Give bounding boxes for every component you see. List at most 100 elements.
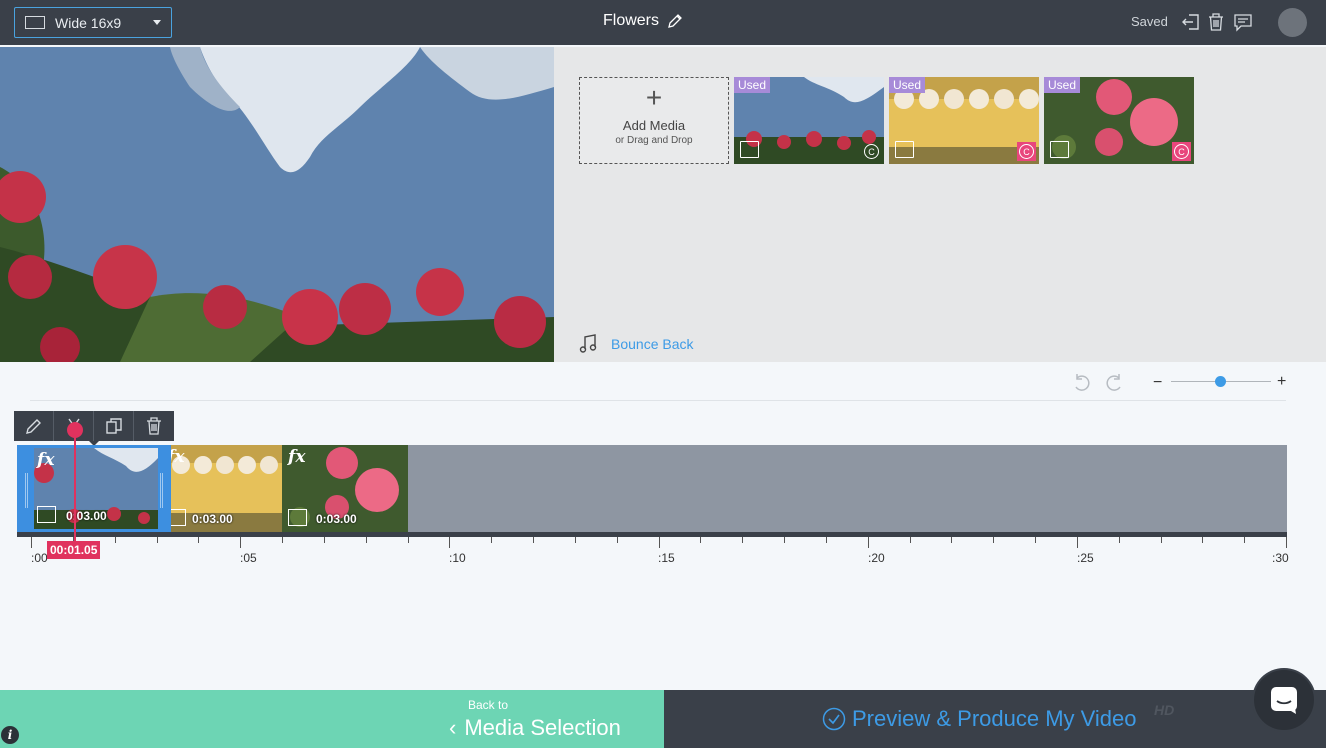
ruler-tick [156,537,158,543]
used-badge: Used [734,77,771,93]
chevron-left-icon: ‹ [449,715,457,740]
ruler-tick [533,537,534,543]
project-title-wrap[interactable]: Flowers [603,12,683,30]
add-media-button[interactable]: + Add Media or Drag and Drop [579,77,729,164]
timeline-area: − + fx 0:03.00 x 0:03.00 fx 0:03.00:00 … [0,362,1326,690]
redo-icon[interactable] [1103,372,1125,394]
undo-icon[interactable] [1071,372,1093,394]
back-big-label: Media Selection [464,715,621,740]
back-small-label: Back to [468,698,509,712]
ruler-tick [909,537,911,543]
playhead[interactable] [74,430,76,542]
delete-clip-button[interactable] [134,411,174,441]
aspect-ratio-label: Wide 16x9 [55,14,122,31]
back-to-media-selection-button[interactable]: Back to ‹ Media Selection i [0,690,664,748]
pencil-icon[interactable] [667,13,683,29]
project-title: Flowers [603,12,660,29]
preview-produce-button[interactable]: Preview & Produce My Video HD [664,690,1326,748]
clip-trim-handle-right[interactable] [160,473,163,508]
fx-icon[interactable]: fx [171,447,184,467]
exit-icon[interactable] [1180,11,1202,33]
ruler-tick [1244,537,1246,543]
ruler-tick [114,537,116,543]
timeline-clip[interactable]: fx 0:03.00 [282,445,408,532]
image-icon [1050,141,1069,158]
ruler-label: :05 [240,551,257,565]
pencil-icon [25,419,41,434]
trash-icon[interactable] [1205,11,1227,33]
comment-icon[interactable] [1232,11,1254,33]
image-icon [895,141,914,158]
ruler-tick [1286,537,1287,548]
info-icon[interactable]: i [1,726,19,744]
aspect-ratio-icon [25,16,45,29]
ruler-tick [1035,537,1036,543]
music-track-label[interactable]: Bounce Back [611,336,694,352]
ruler-tick [742,537,744,543]
ruler-tick [31,537,32,548]
used-badge: Used [1044,77,1081,93]
ruler-tick [1118,537,1120,543]
zoom-out-button[interactable]: − [1153,374,1162,392]
ruler-tick [784,537,785,543]
ruler-tick [323,537,325,543]
check-circle-icon [822,707,846,731]
playhead-handle[interactable] [67,422,83,438]
save-status: Saved [1131,14,1168,29]
ruler-tick [951,537,953,543]
used-badge: Used [889,77,926,93]
ruler-tick [1202,537,1204,543]
hd-badge: HD [1154,702,1175,718]
produce-label-wrap: Preview & Produce My Video [822,706,1137,732]
ruler-tick [658,537,660,548]
clip-toolbar [14,411,174,441]
copyright-icon: C [862,142,881,161]
ruler-tick [240,537,242,548]
top-bar: Wide 16x9 Flowers Saved [0,0,1326,45]
ruler-label: :10 [449,551,466,565]
zoom-slider-handle[interactable] [1215,376,1226,387]
ruler-label: :15 [658,551,675,565]
copyright-icon: C [1172,142,1191,161]
music-note-icon [579,334,597,353]
timeline-ruler [0,537,1326,549]
ruler-tick [993,537,995,543]
edit-clip-button[interactable] [14,411,54,441]
ruler-tick [867,537,869,548]
ruler-tick [616,537,618,543]
aspect-ratio-select[interactable]: Wide 16x9 [14,7,172,38]
caret-down-icon [153,20,161,25]
plus-icon: + [645,82,663,113]
chat-icon [1271,687,1297,714]
trash-icon [147,417,161,435]
fx-icon[interactable]: fx [37,450,54,470]
produce-label: Preview & Produce My Video [852,706,1137,731]
preview-image [0,47,554,362]
timeline-clip[interactable]: fx 0:03.00 [17,445,171,532]
ruler-tick [825,537,827,543]
ruler-label: :30 [1272,551,1289,565]
clip-trim-handle-left[interactable] [25,473,28,508]
media-thumbnail[interactable]: Used C [1044,77,1194,164]
media-panel: + Add Media or Drag and Drop Used C Used… [554,47,1326,362]
playhead-time: 00:01.05 [47,541,101,559]
duplicate-clip-button[interactable] [94,411,134,441]
media-thumbnail[interactable]: Used C [734,77,884,164]
timeline-clip[interactable]: fx 0:03.00 [171,445,282,532]
clip-duration: 0:03.00 [66,509,107,523]
back-big-label-wrap: ‹ Media Selection [449,715,621,741]
add-media-subtitle: or Drag and Drop [615,135,693,146]
ruler-tick [574,537,576,543]
ruler-tick [282,537,283,543]
image-icon [740,141,759,158]
avatar[interactable] [1278,8,1307,37]
duplicate-icon [105,418,122,434]
fx-icon[interactable]: fx [288,447,305,467]
ruler-label: :20 [868,551,885,565]
music-track[interactable]: Bounce Back [579,334,694,354]
chat-button[interactable] [1254,670,1314,730]
zoom-in-button[interactable]: + [1277,373,1286,391]
ruler-tick [407,537,409,543]
ruler-label: :25 [1077,551,1094,565]
media-thumbnail[interactable]: Used C [889,77,1039,164]
